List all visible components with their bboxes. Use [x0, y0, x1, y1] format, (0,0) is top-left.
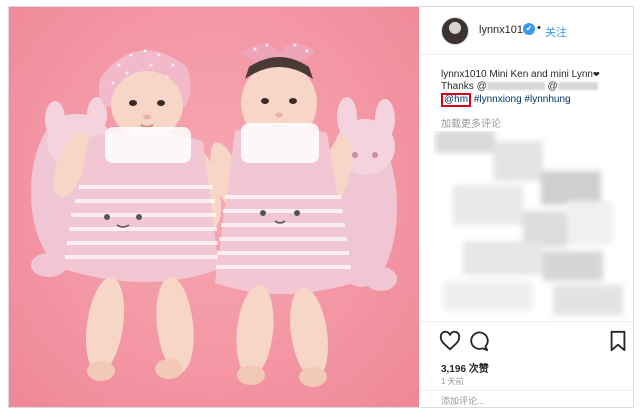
likes-count[interactable]: 3,196 次赞	[441, 360, 489, 375]
separator-dot: •	[537, 22, 541, 34]
like-heart-icon[interactable]	[439, 330, 461, 352]
blurred-comments-area	[433, 131, 633, 321]
caption-text: Mini Ken and mini Lynn	[489, 69, 593, 80]
post-timestamp: 1 天前	[441, 377, 464, 386]
comment-bubble-icon[interactable]	[467, 330, 489, 352]
follow-button[interactable]: 关注	[545, 24, 567, 40]
post-caption: lynnx1010 Mini Ken and mini Lynn❤ Thanks…	[441, 69, 627, 107]
hashtag-lynnhung[interactable]: #lynnhung	[524, 94, 570, 105]
add-comment-placeholder: 添加评论...	[441, 396, 485, 406]
right-baby	[210, 43, 353, 387]
redacted-mention-1	[486, 82, 545, 91]
left-baby	[53, 49, 222, 381]
instagram-post-frame: lynnx1010 ✔ • 关注 lynnx1010 Mini Ken and …	[8, 6, 634, 408]
hashtag-lynnxiong[interactable]: #lynnxiong	[474, 94, 522, 105]
post-photo[interactable]	[9, 7, 419, 407]
post-actions: 3,196 次赞 1 天前 添加评论...	[419, 321, 633, 407]
heart-emoji: ❤	[592, 70, 600, 79]
verified-icon: ✔	[523, 23, 535, 35]
save-bookmark-icon[interactable]	[607, 330, 629, 352]
caption-author[interactable]: lynnx1010	[441, 69, 487, 80]
load-more-comments-link[interactable]: 加载更多评论	[441, 115, 501, 130]
twin-babies-photo	[31, 43, 397, 387]
caption-thanks: Thanks @	[441, 81, 487, 92]
username-link[interactable]: lynnx1010	[479, 24, 529, 36]
post-header: lynnx1010 ✔ • 关注	[419, 7, 633, 55]
avatar[interactable]	[441, 17, 469, 45]
post-side-panel: lynnx1010 ✔ • 关注 lynnx1010 Mini Ken and …	[419, 7, 633, 407]
add-comment-field[interactable]: 添加评论...	[419, 390, 633, 407]
redacted-mention-2	[557, 82, 598, 91]
hm-mention-highlighted[interactable]: @hm	[441, 93, 472, 107]
caption-at-sign: @	[547, 81, 558, 92]
